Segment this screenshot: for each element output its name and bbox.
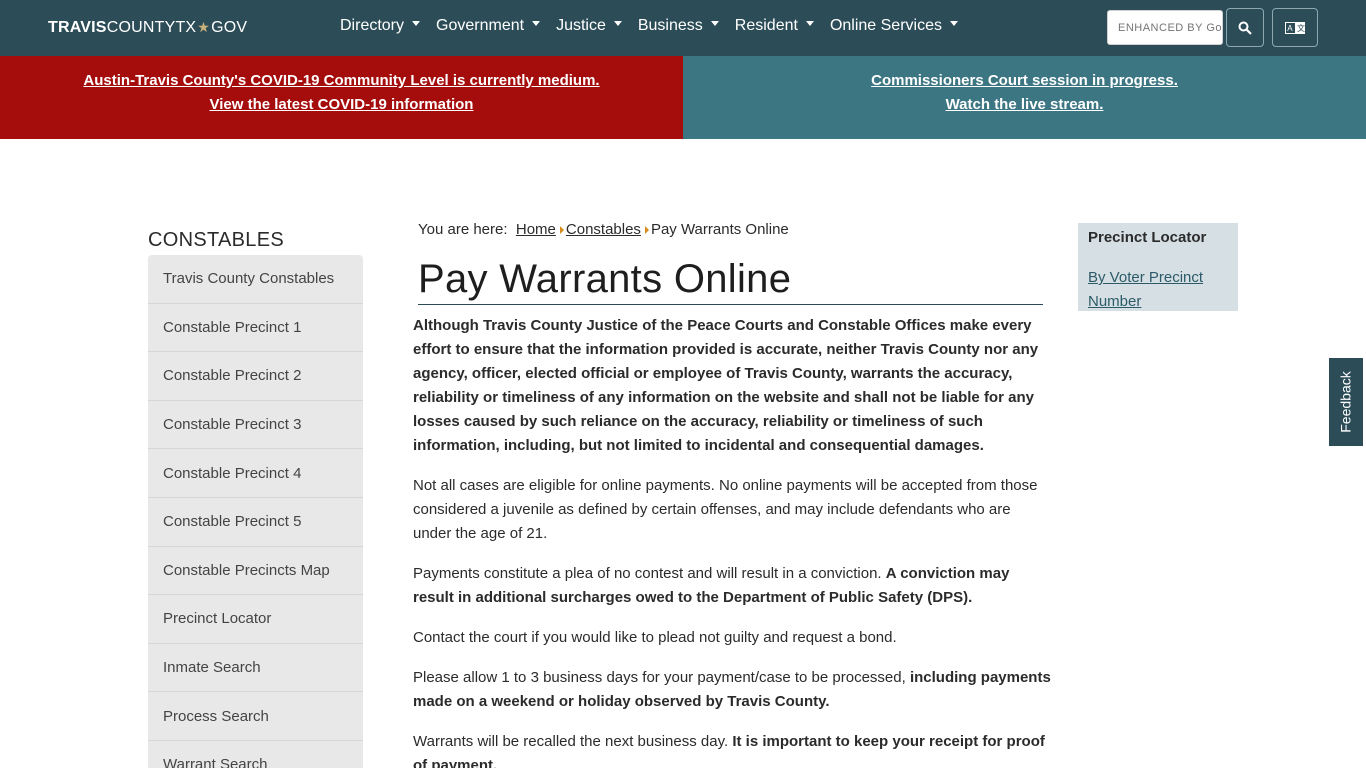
sidebar-item-constable-precinct-2[interactable]: Constable Precinct 2 — [148, 352, 363, 401]
covid-info-link[interactable]: View the latest COVID-19 information — [0, 93, 683, 117]
nav-online-services[interactable]: Online Services — [830, 17, 958, 35]
voter-precinct-link[interactable]: By Voter Precinct Number — [1088, 266, 1228, 314]
breadcrumb-prefix: You are here: — [418, 221, 508, 238]
logo-bold: TRAVIS — [48, 19, 107, 36]
nav-directory[interactable]: Directory — [340, 17, 421, 35]
contact-paragraph: Contact the court if you would like to p… — [413, 629, 897, 646]
recall-paragraph: Warrants will be recalled the next busin… — [413, 730, 1051, 768]
breadcrumb-arrow-icon — [644, 226, 649, 235]
star-icon: ★ — [197, 19, 211, 35]
sidebar-item-travis-county-constables[interactable]: Travis County Constables — [148, 255, 363, 304]
nav-business[interactable]: Business — [638, 17, 719, 35]
main-nav: Directory Government Justice Business Re… — [340, 17, 974, 35]
svg-text:文: 文 — [1297, 23, 1305, 33]
covid-alert-banner: Austin-Travis County's COVID-19 Communit… — [0, 56, 683, 139]
caret-down-icon — [613, 21, 622, 27]
breadcrumb-home-link[interactable]: Home — [516, 221, 556, 238]
nav-label: Online Services — [829, 17, 942, 34]
eligibility-paragraph: Not all cases are eligible for online pa… — [413, 477, 1038, 542]
caret-down-icon — [805, 21, 814, 27]
caret-down-icon — [532, 21, 541, 27]
page-title: Pay Warrants Online — [418, 257, 1043, 305]
sidebar-menu: Travis County Constables Constable Preci… — [148, 255, 363, 768]
feedback-tab[interactable]: Feedback — [1328, 357, 1364, 447]
disclaimer-paragraph: Although Travis County Justice of the Pe… — [413, 314, 1051, 458]
top-navbar: TRAVISCOUNTYTX★GOV Directory Government … — [0, 0, 1366, 56]
breadcrumb: You are here: Home Constables Pay Warrants… — [418, 221, 789, 238]
nav-justice[interactable]: Justice — [556, 17, 622, 35]
sidebar-item-process-search[interactable]: Process Search — [148, 692, 363, 741]
nav-label: Resident — [734, 17, 798, 34]
logo-mid: COUNTYTX — [106, 19, 197, 36]
nav-government[interactable]: Government — [436, 17, 541, 35]
nav-label: Justice — [556, 17, 606, 34]
sidebar-item-constable-precincts-map[interactable]: Constable Precincts Map — [148, 546, 363, 596]
search-input[interactable] — [1107, 10, 1223, 45]
breadcrumb-constables-link[interactable]: Constables — [566, 221, 641, 238]
breadcrumb-arrow-icon — [559, 226, 564, 235]
nav-resident[interactable]: Resident — [735, 17, 814, 35]
svg-text:A: A — [1287, 24, 1293, 33]
caret-down-icon — [412, 21, 421, 27]
recall-text: Warrants will be recalled the next busin… — [413, 733, 729, 750]
live-stream-link[interactable]: Watch the live stream. — [683, 93, 1366, 117]
precinct-locator-title: Precinct Locator — [1088, 229, 1207, 246]
sidebar-item-constable-precinct-4[interactable]: Constable Precinct 4 — [148, 449, 363, 498]
sidebar-item-precinct-locator[interactable]: Precinct Locator — [148, 595, 363, 644]
plea-paragraph: Payments constitute a plea of no contest… — [413, 562, 1051, 610]
disclaimer-text: Although Travis County Justice of the Pe… — [413, 317, 1039, 454]
search-icon — [1238, 21, 1252, 35]
site-logo[interactable]: TRAVISCOUNTYTX★GOV — [48, 19, 247, 37]
nav-label: Business — [637, 17, 703, 34]
covid-level-link[interactable]: Austin-Travis County's COVID-19 Communit… — [0, 69, 683, 93]
processing-paragraph: Please allow 1 to 3 business days for yo… — [413, 666, 1051, 714]
caret-down-icon — [949, 21, 958, 27]
translate-button[interactable]: A文 — [1272, 8, 1318, 47]
caret-down-icon — [710, 21, 719, 27]
logo-end: GOV — [211, 19, 248, 36]
search-button[interactable] — [1226, 8, 1264, 47]
nav-label: Government — [436, 17, 525, 34]
processing-text: Please allow 1 to 3 business days for yo… — [413, 669, 906, 686]
plea-text: Payments constitute a plea of no contest… — [413, 565, 882, 582]
court-session-banner: Commissioners Court session in progress.… — [683, 56, 1366, 139]
sidebar-item-constable-precinct-3[interactable]: Constable Precinct 3 — [148, 400, 363, 450]
sidebar-item-constable-precinct-1[interactable]: Constable Precinct 1 — [148, 303, 363, 353]
translate-icon: A文 — [1285, 21, 1305, 34]
sidebar-item-inmate-search[interactable]: Inmate Search — [148, 643, 363, 693]
court-session-link[interactable]: Commissioners Court session in progress. — [683, 69, 1366, 93]
precinct-locator-box: Precinct Locator By Voter Precinct Numbe… — [1078, 223, 1238, 311]
breadcrumb-current: Pay Warrants Online — [650, 221, 789, 238]
feedback-label: Feedback — [1338, 371, 1355, 433]
main-content: Although Travis County Justice of the Pe… — [413, 314, 1051, 768]
nav-label: Directory — [340, 17, 405, 34]
sidebar-title: CONSTABLES — [148, 229, 284, 251]
sidebar-item-warrant-search[interactable]: Warrant Search — [148, 740, 363, 768]
sidebar-item-constable-precinct-5[interactable]: Constable Precinct 5 — [148, 497, 363, 547]
